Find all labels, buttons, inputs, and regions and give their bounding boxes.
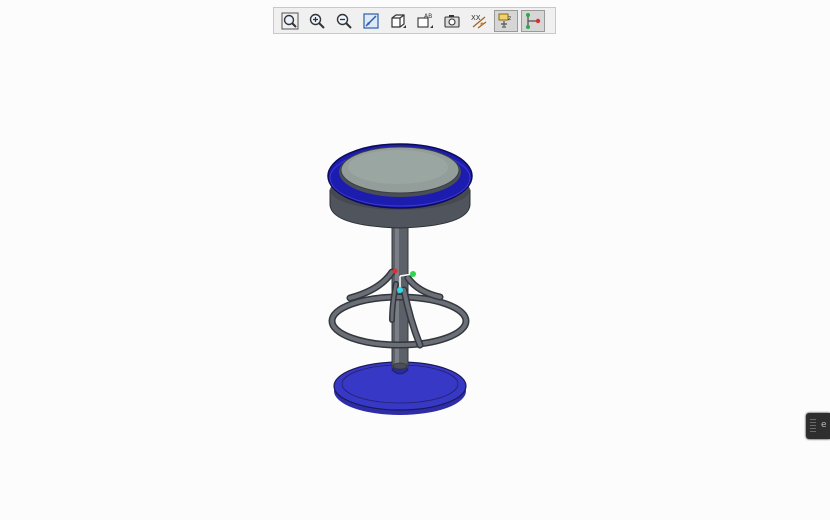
display-style-button[interactable]: [386, 10, 410, 32]
display-style-icon: [391, 13, 406, 28]
annotation-text: AB: [424, 13, 432, 20]
view-toolbar: AB XX z: [273, 7, 556, 34]
spin-center-button[interactable]: [521, 9, 545, 32]
zoom-out-button[interactable]: [332, 10, 356, 32]
view-manager-icon: [444, 14, 460, 28]
panel-tab-label: e: [821, 420, 827, 430]
stool-seat: [327, 143, 473, 229]
zoom-fit-icon: [281, 12, 299, 29]
collapsed-panel-tab[interactable]: e: [806, 413, 830, 439]
zoom-in-icon: [309, 13, 325, 29]
model-viewport[interactable]: [0, 40, 830, 520]
view-manager-button[interactable]: [440, 10, 464, 32]
repaint-button[interactable]: [359, 10, 383, 32]
spin-center-icon: [526, 12, 541, 29]
stool-base: [333, 361, 467, 415]
datum-display-icon: XX: [471, 14, 487, 28]
repaint-icon: [363, 12, 379, 29]
plane-label-text: XX: [471, 14, 481, 22]
saved-orientations-icon: AB: [417, 13, 433, 28]
datum-display-button[interactable]: XX: [467, 10, 491, 32]
zoom-fit-button[interactable]: [278, 10, 302, 32]
saved-orientations-button[interactable]: AB: [413, 10, 437, 32]
annotation-display-icon: z: [498, 13, 511, 28]
grip-icon: [810, 419, 816, 433]
svg-text:z: z: [508, 15, 511, 22]
annotation-display-button[interactable]: z: [494, 9, 518, 32]
zoom-in-button[interactable]: [305, 10, 329, 32]
zoom-out-icon: [336, 13, 352, 29]
